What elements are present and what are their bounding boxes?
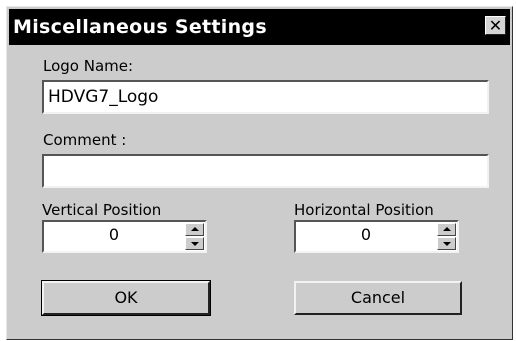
arrow-down-icon [191,242,199,246]
horizontal-position-spinner[interactable]: 0 [294,220,459,253]
cancel-button[interactable]: Cancel [294,281,462,315]
misc-settings-dialog: Miscellaneous Settings ✕ Logo Name: Comm… [6,6,513,340]
comment-label: Comment : [43,131,127,149]
arrow-up-icon [191,227,199,231]
ok-button[interactable]: OK [41,280,211,316]
vertical-down-button[interactable] [185,237,204,250]
horizontal-up-button[interactable] [437,223,456,236]
close-icon: ✕ [488,16,503,35]
close-button[interactable]: ✕ [485,16,506,35]
horizontal-position-label: Horizontal Position [294,201,434,219]
arrow-up-icon [443,227,451,231]
vertical-position-value[interactable]: 0 [44,225,184,244]
comment-input[interactable] [42,154,489,188]
vertical-position-label: Vertical Position [42,201,162,219]
dialog-title: Miscellaneous Settings [13,16,267,38]
logo-name-label: Logo Name: [43,57,134,75]
vertical-up-button[interactable] [185,223,204,236]
horizontal-down-button[interactable] [437,237,456,250]
horizontal-position-value[interactable]: 0 [296,225,436,244]
arrow-down-icon [443,242,451,246]
title-bar[interactable]: Miscellaneous Settings ✕ [9,9,510,45]
logo-name-input[interactable] [42,80,489,114]
vertical-position-spinner[interactable]: 0 [42,220,207,253]
